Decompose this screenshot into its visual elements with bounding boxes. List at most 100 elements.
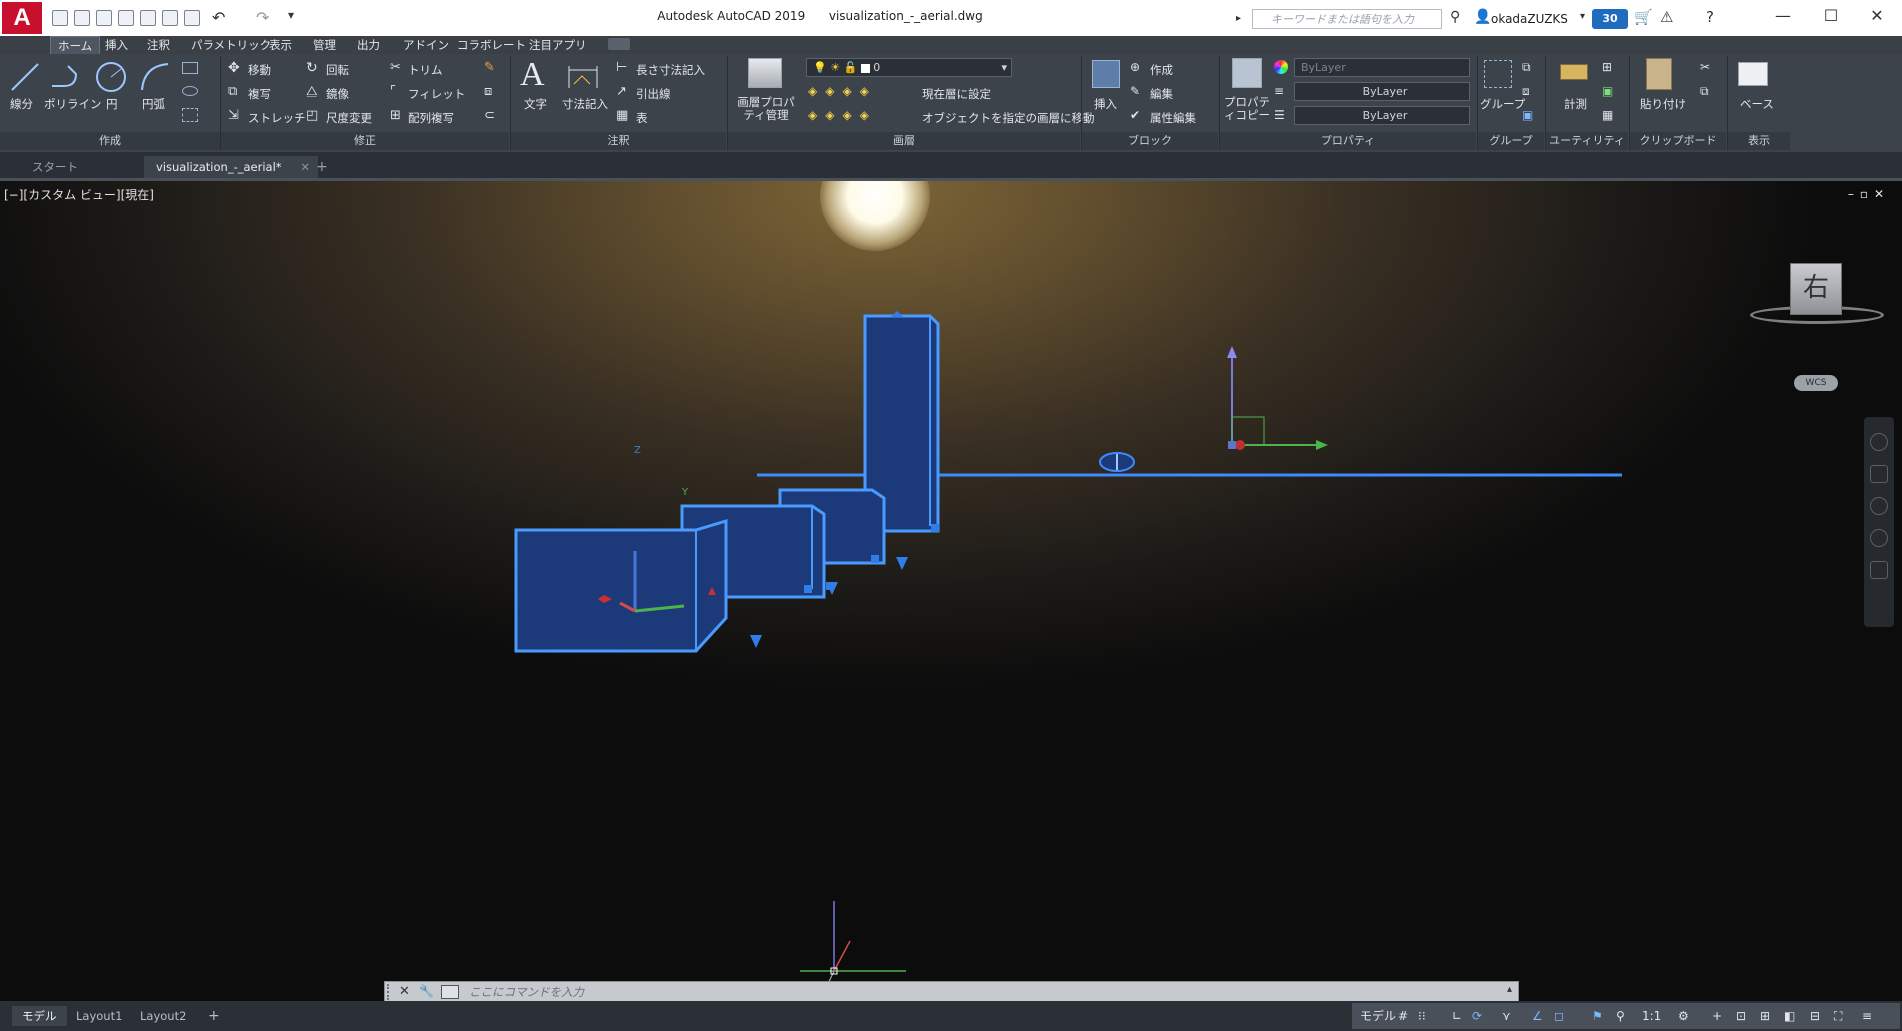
annotation-panel-footer[interactable]: 注釈 — [511, 132, 726, 150]
calculator-icon[interactable]: ▦ — [1602, 108, 1613, 122]
base-label[interactable]: ベース — [1740, 96, 1774, 112]
undo-icon[interactable]: ↶ — [212, 8, 225, 27]
grid-icon[interactable]: # — [1398, 1006, 1408, 1026]
close-icon[interactable]: ✕ — [1854, 0, 1900, 34]
table-label[interactable]: 表 — [636, 110, 648, 126]
application-menu-button[interactable]: A — [2, 2, 42, 34]
auto-scale-icon[interactable]: ⚲ — [1616, 1006, 1625, 1026]
group-label[interactable]: グループ — [1480, 96, 1525, 112]
scale-icon[interactable]: ◰ — [306, 108, 318, 123]
utilities-panel-footer[interactable]: ユーティリティ — [1546, 132, 1628, 150]
viewcube[interactable]: 右 — [1790, 263, 1842, 315]
circle-icon[interactable] — [94, 60, 128, 94]
wrench-icon[interactable]: 🔧 — [419, 984, 434, 998]
copy-clip-icon[interactable]: ⧉ — [1700, 84, 1709, 99]
offset-icon[interactable]: ⊂ — [484, 108, 495, 123]
edit-block-icon[interactable]: ✎ — [1130, 84, 1140, 98]
layer-properties-icon[interactable] — [748, 58, 782, 88]
paste-icon[interactable] — [1646, 58, 1672, 90]
workspace-gear-icon[interactable]: ⚙ — [1678, 1006, 1689, 1026]
measure-label[interactable]: 計測 — [1564, 96, 1587, 112]
change-to-layer-label[interactable]: オブジェクトを指定の画層に移動 — [922, 110, 1095, 126]
polyline-icon[interactable] — [48, 60, 82, 94]
trim-label[interactable]: トリム — [408, 62, 443, 78]
search-input[interactable]: キーワードまたは語句を入力 — [1252, 9, 1442, 29]
layer-tools-row-1[interactable]: ◈◈◈◈ — [808, 84, 877, 98]
customization-menu-icon[interactable]: ≡ — [1862, 1006, 1872, 1026]
text-label[interactable]: 文字 — [524, 96, 547, 112]
maximize-icon[interactable]: ☐ — [1808, 0, 1854, 34]
leader-label[interactable]: 引出線 — [636, 86, 671, 102]
arc-label[interactable]: 円弧 — [142, 96, 165, 112]
linear-dimension-icon[interactable]: ⊢ — [616, 60, 627, 75]
block-panel-footer[interactable]: ブロック — [1082, 132, 1218, 150]
object-snap-tracking-icon[interactable]: ∠ — [1532, 1006, 1543, 1026]
color-dropdown[interactable]: ByLayer — [1294, 58, 1470, 77]
save-icon[interactable] — [96, 10, 112, 26]
steering-wheel-icon[interactable] — [1870, 433, 1888, 451]
binoculars-icon[interactable]: ⚲ — [1450, 9, 1460, 25]
redo-icon[interactable]: ↷ — [256, 8, 269, 27]
command-prompt-icon[interactable] — [441, 985, 459, 999]
match-properties-icon[interactable] — [1232, 58, 1262, 88]
color-wheel-icon[interactable] — [1274, 60, 1288, 74]
line-label[interactable]: 線分 — [10, 96, 33, 112]
text-icon[interactable]: A — [520, 56, 545, 94]
open-file-icon[interactable] — [74, 10, 90, 26]
help-icon[interactable]: ? — [1706, 8, 1714, 26]
tab-collaborate[interactable]: コラボレート — [450, 36, 533, 54]
mirror-icon[interactable]: ⧋ — [306, 84, 318, 99]
cart-icon[interactable]: 🛒 — [1634, 8, 1653, 26]
wcs-menu-button[interactable]: WCS — [1794, 375, 1838, 391]
tab-document[interactable]: visualization_-_aerial* ✕ — [144, 156, 318, 178]
isodraft-icon[interactable]: ⋎ — [1502, 1006, 1511, 1026]
circle-label[interactable]: 円 — [106, 96, 118, 112]
layer-properties-label[interactable]: 画層プロパティ管理 — [732, 96, 800, 122]
move-label[interactable]: 移動 — [248, 62, 271, 78]
move-icon[interactable]: ✥ — [228, 60, 240, 76]
explode-icon[interactable]: ⧈ — [484, 84, 492, 99]
tab-annotate[interactable]: 注釈 — [140, 36, 177, 54]
stretch-label[interactable]: ストレッチ — [248, 110, 306, 126]
annotation-visibility-icon[interactable]: ⚑ — [1592, 1006, 1603, 1026]
leader-icon[interactable]: ↗ — [616, 84, 627, 99]
fillet-icon[interactable]: ⌜ — [390, 84, 396, 99]
trial-days-badge[interactable]: 30 — [1592, 9, 1628, 29]
dimension-icon[interactable] — [566, 62, 600, 92]
close-icon[interactable]: ✕ — [399, 984, 410, 999]
quick-select-icon[interactable]: ⊞ — [1602, 60, 1612, 74]
copy-icon[interactable]: ⧉ — [228, 84, 237, 99]
snap-icon[interactable]: ⁝⁝ — [1418, 1006, 1426, 1026]
group-icon[interactable] — [1484, 60, 1512, 88]
front-box[interactable] — [514, 518, 728, 653]
base-view-icon[interactable] — [1738, 62, 1768, 86]
command-history-icon[interactable]: ▴ — [1507, 984, 1512, 995]
quick-properties-icon[interactable]: ⊞ — [1760, 1006, 1770, 1026]
grip-handle-icon[interactable] — [387, 984, 397, 1000]
match-properties-label[interactable]: プロパティコピー — [1222, 96, 1272, 122]
plot-icon[interactable] — [184, 10, 200, 26]
polar-icon[interactable]: ⟳ — [1472, 1006, 1482, 1026]
showmotion-icon[interactable] — [1870, 561, 1888, 579]
tab-manage[interactable]: 管理 — [306, 36, 343, 54]
pan-icon[interactable] — [1870, 465, 1888, 483]
arc-icon[interactable] — [138, 60, 172, 94]
tab-featured-apps[interactable]: 注目アプリ — [522, 36, 594, 54]
tab-insert[interactable]: 挿入 — [98, 36, 135, 54]
add-layout-icon[interactable]: + — [198, 1006, 230, 1026]
modify-panel-footer[interactable]: 修正 — [221, 132, 509, 150]
user-icon[interactable]: 👤 — [1474, 9, 1491, 25]
trim-icon[interactable]: ✂ — [390, 60, 401, 75]
isolate-objects-icon[interactable]: ◧ — [1784, 1006, 1795, 1026]
group-edit-icon[interactable]: ⧈ — [1522, 84, 1530, 99]
draw-panel-footer[interactable]: 作成 — [0, 132, 220, 150]
save-web-icon[interactable] — [162, 10, 178, 26]
clean-screen-icon[interactable]: ⛶ — [1834, 1006, 1842, 1026]
ellipse-icon[interactable] — [182, 86, 198, 96]
customize-toolbar-icon[interactable]: ▾ — [288, 8, 294, 22]
linear-dimension-label[interactable]: 長さ寸法記入 — [636, 62, 705, 78]
new-file-icon[interactable] — [52, 10, 68, 26]
ortho-icon[interactable]: ∟ — [1452, 1006, 1462, 1026]
stretch-icon[interactable]: ⇲ — [228, 108, 239, 123]
hatch-icon[interactable] — [182, 108, 198, 122]
